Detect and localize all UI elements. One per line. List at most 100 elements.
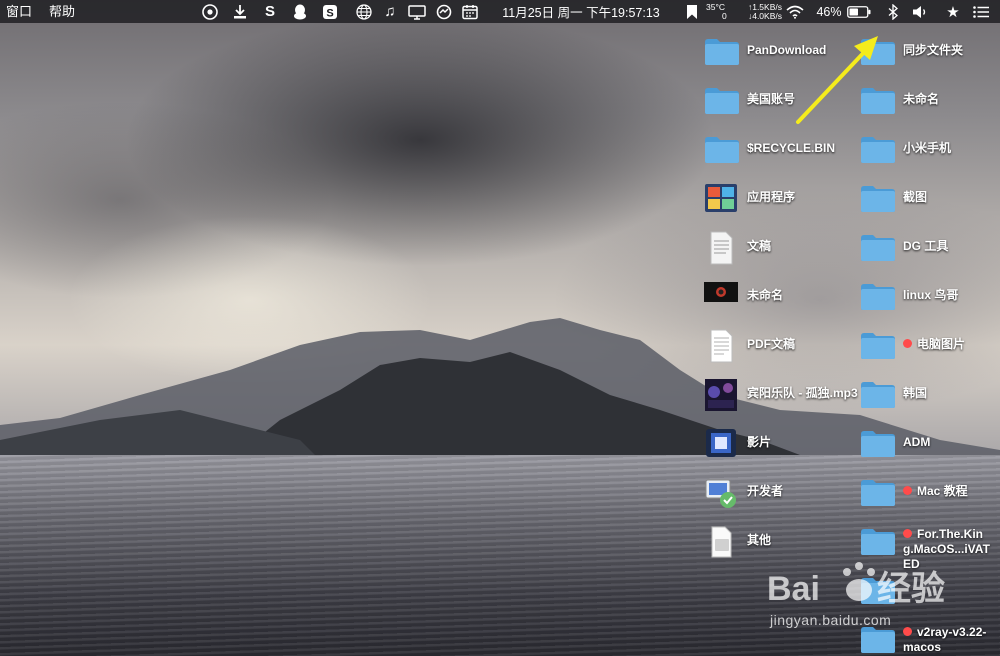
- desktop-item-label: 同步文件夹: [903, 35, 963, 58]
- download-icon[interactable]: [230, 0, 250, 23]
- desktop-item-text: linux 鸟哥: [903, 288, 959, 302]
- desktop-item-label: PDF文稿: [747, 329, 795, 352]
- s-app-icon[interactable]: S: [260, 0, 280, 23]
- left-column-item-4[interactable]: 文稿: [704, 231, 771, 265]
- desktop-item-label: 其他: [747, 525, 771, 548]
- folder-icon: [704, 133, 740, 165]
- desktop-item-label: Mac 教程: [903, 476, 968, 499]
- folder-icon: [860, 427, 896, 459]
- desktop-item-text: 其他: [747, 533, 772, 547]
- folder-icon: [860, 329, 896, 361]
- desktop-item-label: 文稿: [747, 231, 771, 254]
- right-column-item-4[interactable]: DG 工具: [860, 231, 948, 263]
- document-icon: [704, 231, 740, 265]
- red-tag-dot: [903, 529, 912, 538]
- movie-icon: [704, 427, 740, 459]
- watermark-url: jingyan.baidu.com: [770, 612, 892, 628]
- desktop-item-text: 同步文件夹: [903, 43, 964, 57]
- desktop-item-text: $RECYCLE.BIN: [747, 141, 836, 155]
- sogou-icon[interactable]: S: [320, 0, 340, 23]
- desktop-item-label: 未命名: [903, 84, 939, 107]
- svg-text:S: S: [326, 7, 333, 19]
- desktop-item-text: 宾阳乐队 - 孤独.mp3: [747, 386, 858, 400]
- desktop-item-text: 韩国: [903, 386, 928, 400]
- fan-readout: 0: [722, 10, 727, 21]
- desktop-item-label: 未命名: [747, 280, 783, 303]
- right-column-item-8[interactable]: ADM: [860, 427, 930, 459]
- right-column-item-5[interactable]: linux 鸟哥: [860, 280, 958, 312]
- list-icon[interactable]: [970, 0, 992, 23]
- desktop-item-text: 文稿: [747, 239, 772, 253]
- desktop-item-text: 未命名: [747, 288, 784, 302]
- desktop-item-text: 未命名: [903, 92, 940, 106]
- desktop-item-text: ADM: [903, 435, 931, 449]
- bluetooth-icon[interactable]: [885, 0, 901, 23]
- desktop-item-label: $RECYCLE.BIN: [747, 133, 835, 156]
- desktop-item-label: DG 工具: [903, 231, 948, 254]
- bookmark-icon[interactable]: [683, 0, 701, 23]
- right-column-item-3[interactable]: 截图: [860, 182, 927, 214]
- desktop-item-label: 韩国: [903, 378, 927, 401]
- desktop-item-label: 电脑图片: [903, 329, 965, 352]
- volume-icon[interactable]: [910, 0, 932, 23]
- music-icon[interactable]: ♫: [380, 0, 400, 23]
- folder-icon: [704, 35, 740, 67]
- left-column-item-3[interactable]: 应用程序: [704, 182, 795, 214]
- battery-icon[interactable]: [846, 0, 872, 23]
- folder-icon: [860, 378, 896, 410]
- desktop-item-text: 小米手机: [903, 141, 952, 155]
- globe-icon[interactable]: [354, 0, 374, 23]
- menu-help[interactable]: 帮助: [43, 0, 86, 23]
- right-column-item-9[interactable]: Mac 教程: [860, 476, 968, 508]
- desktop-item-text: DG 工具: [903, 239, 949, 253]
- desktop-item-text: 电脑图片: [917, 337, 966, 351]
- desktop-item-text: 美国账号: [747, 92, 796, 106]
- folder-icon: [860, 231, 896, 263]
- menu-clock[interactable]: 11月25日 周一 下午19:57:13: [483, 0, 679, 23]
- sync-icon[interactable]: [434, 0, 454, 23]
- folder-icon: [860, 182, 896, 214]
- mp3-icon: [704, 378, 740, 411]
- left-column-item-2[interactable]: $RECYCLE.BIN: [704, 133, 835, 165]
- folder-icon: [860, 525, 896, 557]
- pdf-doc-icon: [704, 329, 740, 363]
- qq-icon[interactable]: [290, 0, 310, 23]
- left-column-item-5[interactable]: 未命名: [704, 280, 783, 312]
- desktop-item-label: 宾阳乐队 - 孤独.mp3: [747, 378, 858, 401]
- monitor-icon[interactable]: [406, 0, 428, 23]
- left-column-item-8[interactable]: 影片: [704, 427, 771, 459]
- left-column-item-9[interactable]: 开发者: [704, 476, 783, 508]
- download-speed: ↓4.0KB/s: [747, 10, 782, 21]
- developer-icon: [704, 476, 740, 508]
- video-thumb-icon: [704, 280, 740, 312]
- desktop-item-label: ADM: [903, 427, 930, 450]
- annotation-arrow: [796, 36, 878, 124]
- left-column-item-10[interactable]: 其他: [704, 525, 771, 558]
- menu-bar: 窗口 帮助 S S ♫ 11月25日 周一 下午19:57:13 35°C ↑1…: [0, 0, 1000, 23]
- wifi-icon[interactable]: [784, 0, 806, 23]
- folder-icon: [860, 280, 896, 312]
- left-column-item-7[interactable]: 宾阳乐队 - 孤独.mp3: [704, 378, 858, 411]
- calendar-icon[interactable]: [460, 0, 480, 23]
- desktop-item-label: 开发者: [747, 476, 783, 499]
- right-column-item-7[interactable]: 韩国: [860, 378, 927, 410]
- right-column-item-2[interactable]: 小米手机: [860, 133, 951, 165]
- desktop-item-text: 影片: [747, 435, 772, 449]
- desktop-item-label: linux 鸟哥: [903, 280, 958, 303]
- left-column-item-6[interactable]: PDF文稿: [704, 329, 795, 363]
- folder-icon: [860, 476, 896, 508]
- left-column-item-1[interactable]: 美国账号: [704, 84, 795, 116]
- svg-text:经验: 经验: [877, 569, 945, 608]
- right-column-item-6[interactable]: 电脑图片: [860, 329, 965, 361]
- svg-text:Bai: Bai: [767, 570, 820, 608]
- battery-percent[interactable]: 46%: [814, 0, 844, 23]
- net-speed-widget[interactable]: 35°C ↑1.5KB/s 0 ↓4.0KB/s: [706, 0, 782, 23]
- desktop-item-text: PDF文稿: [747, 337, 796, 351]
- menu-window[interactable]: 窗口: [0, 0, 43, 23]
- desktop-item-label: 影片: [747, 427, 771, 450]
- baidu-watermark-logo: Bai 经验: [767, 562, 945, 608]
- desktop-item-label: 应用程序: [747, 182, 795, 205]
- star-icon[interactable]: ★: [943, 0, 963, 23]
- folder-icon: [704, 84, 740, 116]
- chrome-icon[interactable]: [200, 0, 220, 23]
